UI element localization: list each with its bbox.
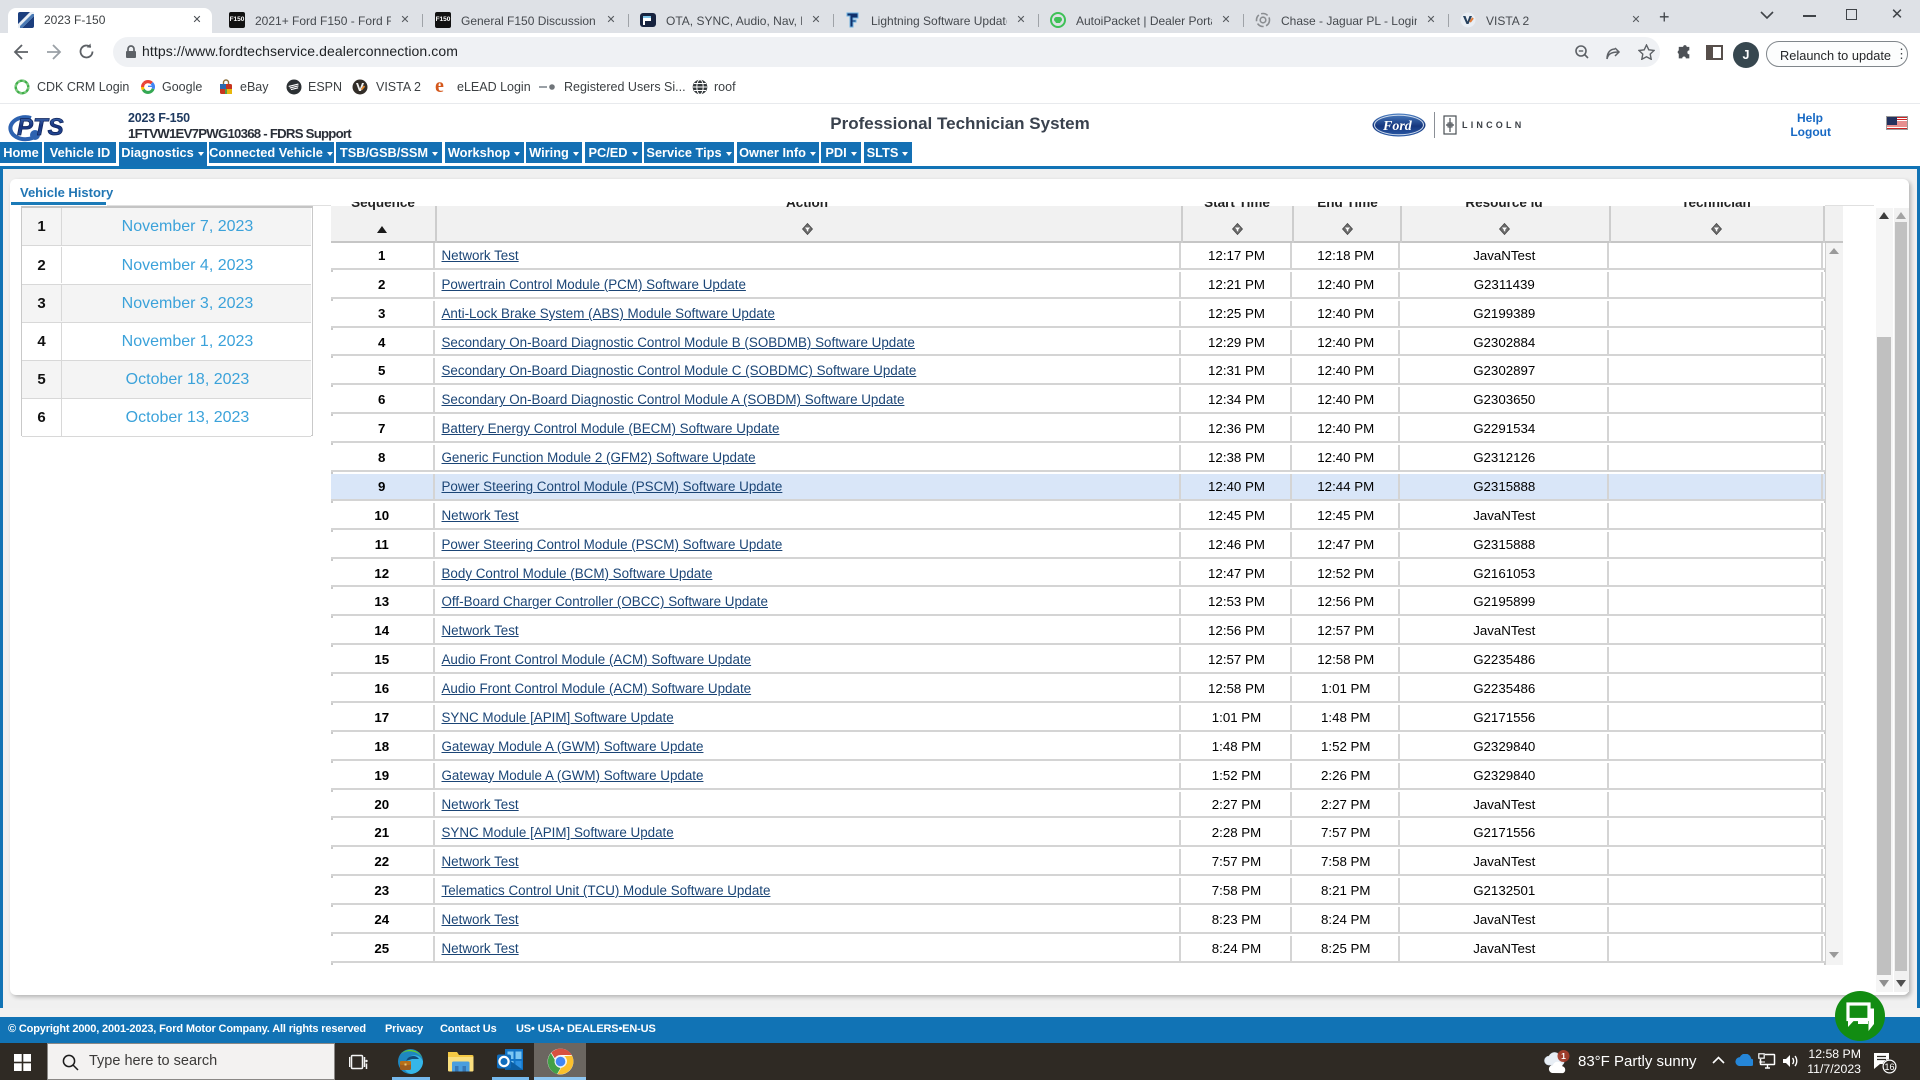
svg-text:16: 16 (1884, 1062, 1894, 1072)
svg-text:Ford: Ford (1382, 119, 1413, 134)
svg-text:1: 1 (1561, 1051, 1566, 1061)
svg-text:PTS: PTS (17, 114, 64, 141)
